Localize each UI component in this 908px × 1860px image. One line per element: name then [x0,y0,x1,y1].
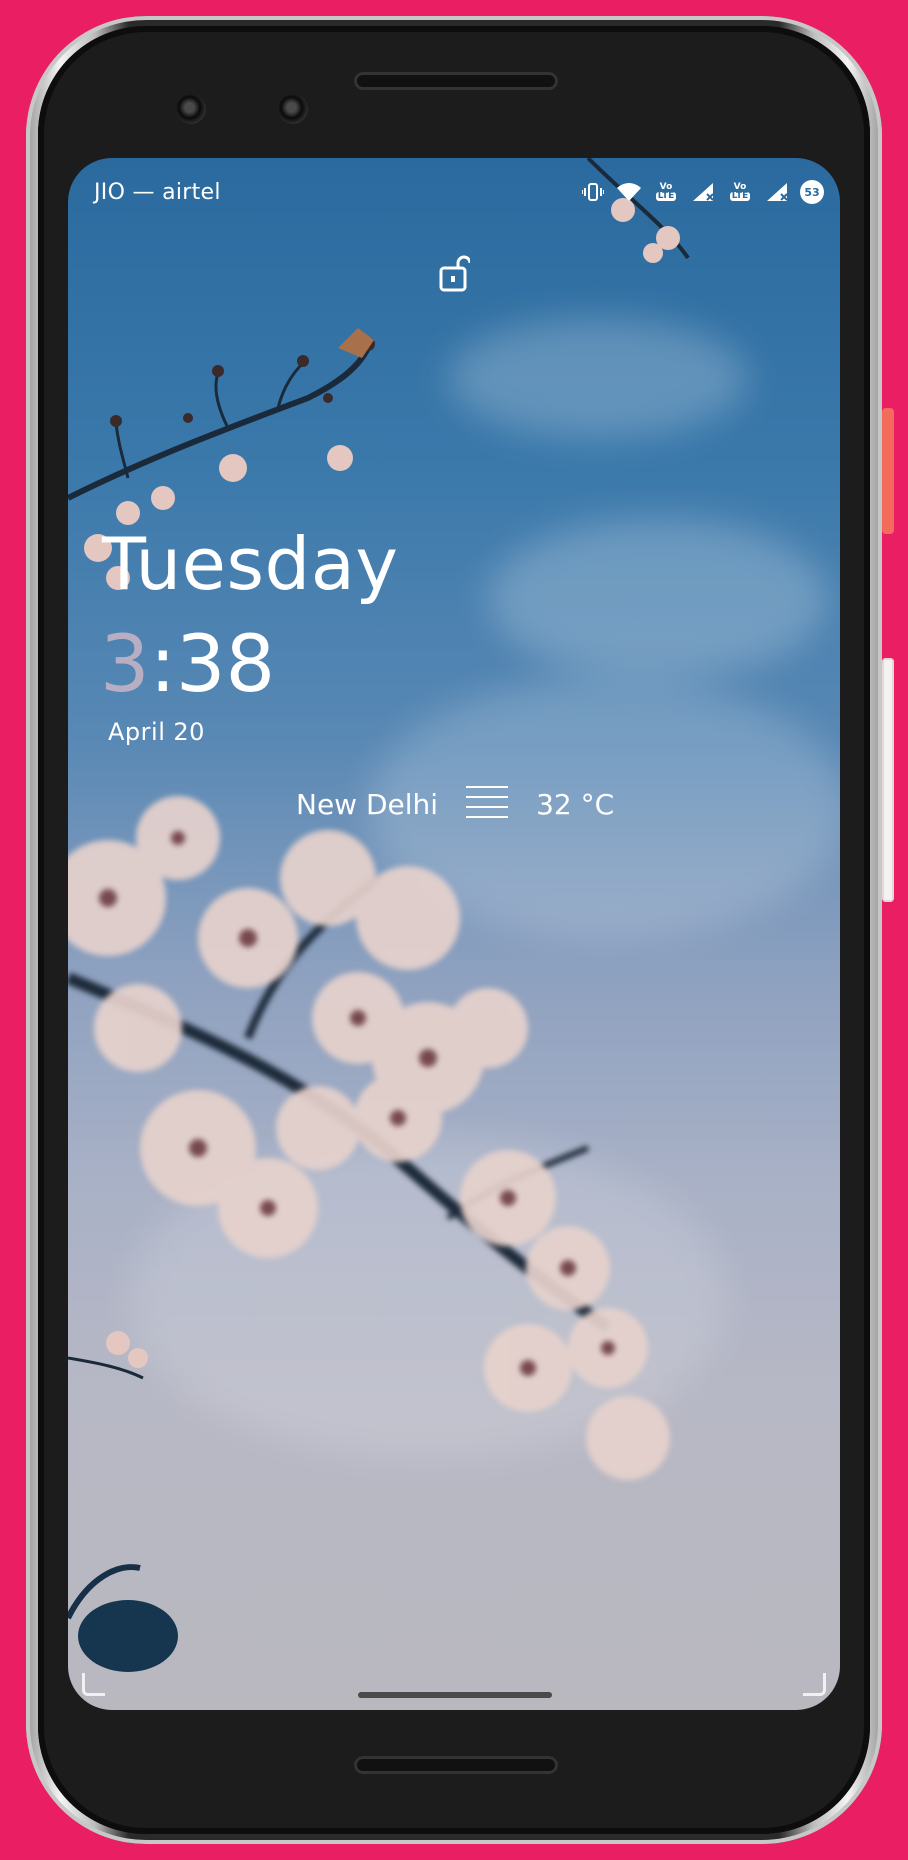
blossom-wallpaper [68,158,690,1672]
volte-lte-icon: Vo LTE [729,182,751,201]
clock-minutes: :38 [149,620,276,710]
earpiece-speaker [354,72,558,90]
carrier-label: JIO — airtel [94,180,221,205]
lock-screen[interactable]: JIO — airtel Vo LTE Vo LTE 53 Tuesday 3:… [68,158,840,1710]
date-label: April 20 [108,718,213,746]
volte-lte-icon: Vo LTE [655,182,677,201]
power-button [882,408,894,534]
weather-temperature: 32 °C [536,787,615,821]
status-icons: Vo LTE Vo LTE 53 [580,180,824,204]
day-label: Tuesday [102,522,399,606]
status-bar[interactable]: JIO — airtel Vo LTE Vo LTE 53 [68,158,840,228]
clock-hour: 3 [100,620,150,710]
weather-city: New Delhi [296,787,439,821]
clock: 3:38 [100,620,275,710]
date-day: 20 [173,718,205,746]
home-indicator[interactable] [358,1692,552,1698]
bottom-speaker [354,1756,558,1774]
front-camera [176,94,206,124]
vibrate-icon [580,180,606,204]
weather-widget[interactable]: New Delhi 32 °C [296,780,614,828]
date-month: April [108,718,166,746]
front-sensor [278,94,308,124]
unlock-icon[interactable] [438,254,470,294]
corner-bracket-right [803,1673,826,1696]
battery-icon: 53 [800,180,824,204]
volume-button [882,658,894,902]
wifi-icon [616,180,642,204]
signal-icon [764,180,790,204]
signal-icon [690,180,716,204]
corner-bracket-left [82,1673,105,1696]
fog-icon [466,786,509,818]
